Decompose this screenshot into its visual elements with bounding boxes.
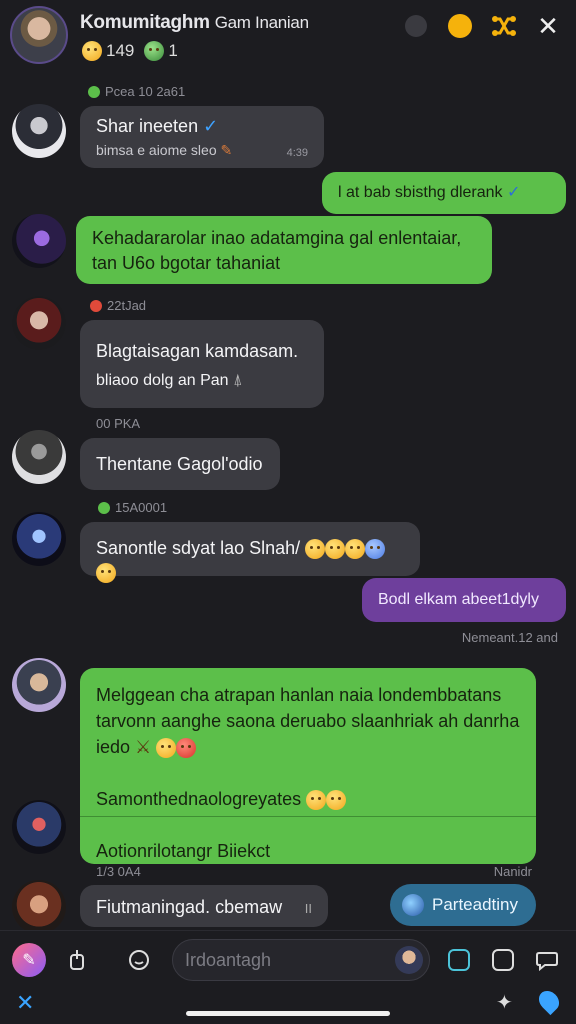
timestamp: 1/3 0A4: [96, 864, 141, 879]
smile-emoji-icon: [345, 539, 366, 560]
pill-label: Parteadtiny: [432, 895, 518, 914]
profile-avatar[interactable]: [395, 946, 423, 974]
avatar[interactable]: [12, 104, 66, 158]
check-icon: ✓: [507, 184, 521, 201]
online-count: 1: [168, 41, 178, 60]
message-bubble[interactable]: Shar ineeten ✓ bimsa e aiome sleo ✎ 4:39: [80, 106, 324, 168]
message-bubble[interactable]: Blagtaisagan kamdasam. bliaoo dolg an Pa…: [80, 320, 324, 408]
message-meta: II: [304, 901, 312, 916]
chat-header: Komumitaghm Gam Inanian 149 1 ✕: [0, 0, 576, 76]
message-subtext: bimsa e aiome sleo: [96, 142, 217, 158]
message-bubble[interactable]: l at bab sbisthg dlerank ✓: [322, 172, 566, 214]
globe-icon: [402, 894, 424, 916]
close-icon[interactable]: ✕: [534, 12, 562, 40]
message-text: l at bab sbisthg dlerank: [338, 184, 503, 201]
message-line: Aotionrilotangr Biiekct: [96, 841, 271, 861]
angry-emoji-icon: [176, 738, 197, 759]
message-bubble[interactable]: Fiutmaningad. cbemaw II: [80, 885, 328, 927]
notification-dot-icon[interactable]: [446, 12, 474, 40]
message-text: Kehadararolar inao adatamgina gal enlent…: [92, 228, 462, 273]
message-bubble[interactable]: Thentane Gagol'odio: [80, 438, 280, 490]
smile-emoji-icon: [325, 539, 346, 560]
message-text: Bodl elkam abeet1dyly: [378, 591, 539, 608]
group-avatar[interactable]: [10, 6, 68, 64]
share-icon[interactable]: [60, 943, 94, 977]
message-text: Blagtaisagan kamdasam.: [96, 341, 299, 361]
reaction-pill[interactable]: Parteadtiny: [390, 884, 536, 926]
message-input[interactable]: Irdoantagh: [172, 939, 430, 981]
message-bubble[interactable]: Melggean cha atrapan hanlan naia londemb…: [80, 668, 536, 864]
message-text: Thentane Gagol'odio: [96, 454, 263, 474]
chat-bubble-icon[interactable]: [530, 943, 564, 977]
message-subtext: bliaoo dolg an Pan: [96, 372, 229, 389]
bubble-divider: [80, 816, 536, 817]
avatar[interactable]: [12, 800, 66, 854]
gallery-icon[interactable]: [486, 943, 520, 977]
member-count: 149: [106, 41, 135, 60]
smile-emoji-icon: [156, 738, 177, 759]
dismiss-icon[interactable]: ✕: [16, 990, 34, 1016]
shuffle-icon[interactable]: [490, 12, 518, 40]
timestamp: 00 PKA: [96, 416, 141, 431]
hug-emoji-icon: [96, 563, 116, 584]
smile-emoji-icon: [326, 790, 347, 811]
smile-emoji-icon: [306, 790, 327, 811]
message-text: Fiutmaningad. cbemaw: [96, 897, 283, 917]
pin-icon: ⍋: [233, 372, 243, 389]
timestamp: Pcea 10 2a61: [88, 84, 185, 99]
smile-emoji-icon: [82, 41, 102, 61]
composer-bar: ✎ Irdoantagh: [0, 930, 576, 1024]
magic-wand-icon[interactable]: ✦: [496, 990, 513, 1015]
home-indicator[interactable]: [186, 1011, 390, 1016]
timestamp: 15A0001: [98, 500, 167, 515]
avatar[interactable]: [12, 512, 66, 566]
message-bubble[interactable]: Kehadararolar inao adatamgina gal enlent…: [76, 216, 492, 284]
message-time: 4:39: [286, 147, 308, 159]
message-bubble[interactable]: Sanontle sdyat lao Slnah/: [80, 522, 420, 584]
message-text: Sanontle sdyat lao Slnah/: [96, 538, 301, 558]
timestamp: 22tJad: [90, 298, 146, 313]
gift-emoji-icon: [144, 41, 165, 61]
timestamp: Nemeant.12 and: [461, 630, 558, 645]
avatar[interactable]: [12, 658, 66, 712]
avatar[interactable]: [12, 214, 66, 268]
timestamp: Nanidr: [493, 864, 532, 879]
avatar[interactable]: [12, 430, 66, 484]
status-dot-icon[interactable]: [402, 12, 430, 40]
message-text: Shar ineeten: [96, 116, 199, 136]
app-logo-icon[interactable]: ✎: [12, 943, 46, 977]
camera-icon[interactable]: [442, 943, 476, 977]
message-bubble[interactable]: Bodl elkam abeet1dyly: [362, 578, 566, 622]
chat-title-main: Komumitaghm: [80, 12, 210, 33]
message-line: Samonthednaologreyates: [96, 789, 302, 809]
avatar[interactable]: [12, 880, 66, 934]
header-actions: ✕: [402, 12, 562, 40]
message-placeholder: Irdoantagh: [185, 949, 272, 970]
cool-emoji-icon: [365, 539, 386, 560]
green-dot-icon: [98, 501, 110, 514]
chat-title-sub: Gam Inanian: [214, 13, 309, 32]
smile-emoji-icon: [305, 539, 326, 560]
avatar[interactable]: [12, 296, 66, 350]
chat-title[interactable]: Komumitaghm Gam Inanian: [80, 12, 309, 34]
member-stats: 149 1: [82, 41, 178, 61]
green-dot-icon: [88, 85, 100, 98]
emoji-icon[interactable]: [122, 943, 156, 977]
sword-icon: ⚔: [135, 737, 152, 757]
check-icon: ✓: [203, 116, 219, 136]
pencil-icon: ✎: [220, 142, 233, 158]
red-dot-icon: [90, 299, 102, 312]
